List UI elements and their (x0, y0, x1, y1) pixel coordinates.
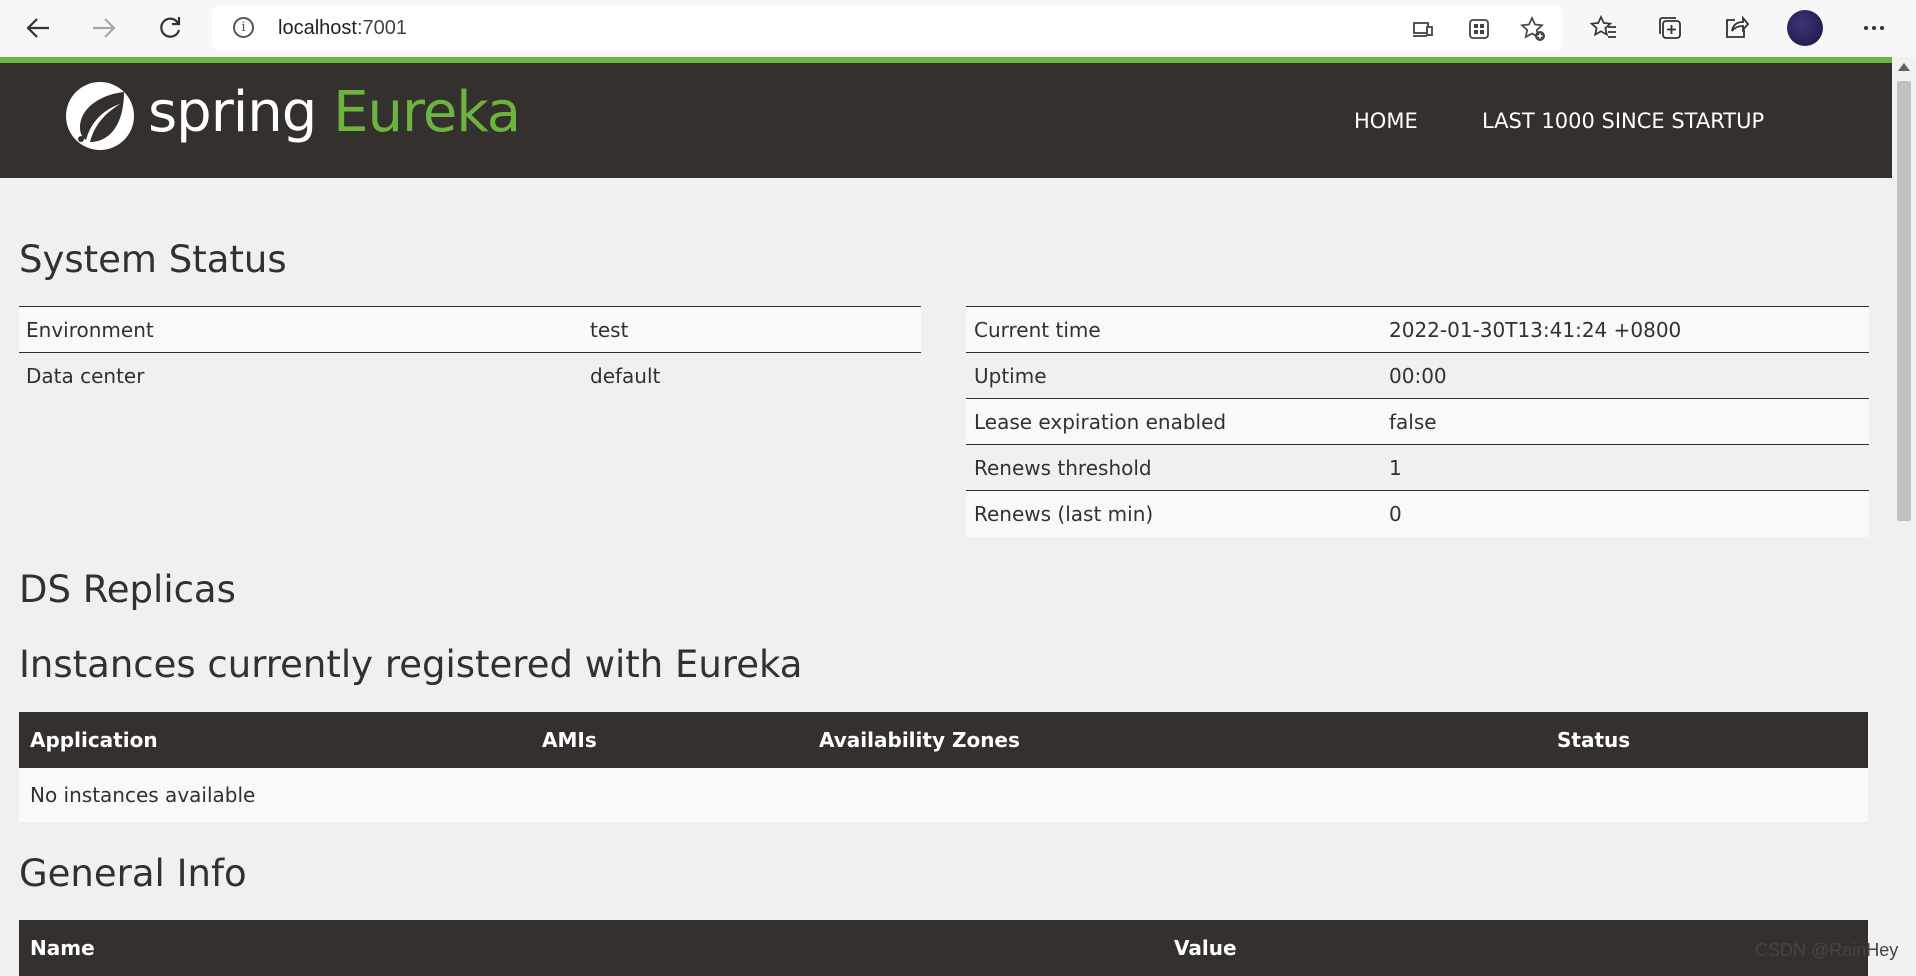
brand-eureka: Eureka (333, 80, 521, 145)
table-row: Lease expiration enabled false (966, 399, 1869, 445)
back-icon[interactable] (18, 8, 58, 48)
system-status-left-table: Environment test Data center default (19, 306, 921, 399)
system-status-right-table: Current time 2022-01-30T13:41:24 +0800 U… (966, 306, 1869, 537)
col-status[interactable]: Status (1557, 712, 1630, 768)
more-icon[interactable] (1854, 8, 1894, 48)
eureka-navbar: spring Eureka HOME LAST 1000 SINCE START… (0, 63, 1892, 178)
system-status-title: System Status (19, 238, 287, 281)
info-icon[interactable]: i (233, 17, 254, 38)
table-row: Renews threshold 1 (966, 445, 1869, 491)
watermark: CSDN @RainHey (1755, 940, 1899, 960)
row-label: Renews (last min) (974, 502, 1154, 526)
table-row: Data center default (19, 353, 921, 399)
table-row: Uptime 00:00 (966, 353, 1869, 399)
url-port: :7001 (356, 17, 407, 39)
instances-table: Application AMIs Availability Zones Stat… (19, 712, 1868, 822)
forward-icon[interactable] (84, 8, 124, 48)
scroll-up-icon[interactable] (1898, 63, 1910, 71)
general-info-table: Name Value (19, 920, 1868, 976)
device-icon[interactable] (1408, 14, 1438, 44)
col-value[interactable]: Value (1174, 920, 1237, 976)
table-row: Renews (last min) 0 (966, 491, 1869, 537)
row-value: 00:00 (1389, 364, 1447, 388)
row-label: Uptime (974, 364, 1047, 388)
ds-replicas-title: DS Replicas (19, 568, 236, 611)
nav-home-link[interactable]: HOME (1354, 108, 1418, 134)
instances-table-header: Application AMIs Availability Zones Stat… (19, 712, 1868, 768)
collections-icon[interactable] (1650, 8, 1690, 48)
add-favorite-icon[interactable] (1518, 14, 1548, 44)
favorites-icon[interactable] (1584, 8, 1624, 48)
brand-title[interactable]: spring Eureka (148, 80, 521, 145)
refresh-icon[interactable] (150, 8, 190, 48)
share-icon[interactable] (1716, 8, 1756, 48)
row-value: false (1389, 410, 1437, 434)
brand-spring: spring (148, 80, 317, 145)
row-label: Environment (26, 318, 154, 342)
col-name[interactable]: Name (30, 920, 95, 976)
row-value: 1 (1389, 456, 1402, 480)
empty-message: No instances available (30, 783, 256, 807)
row-value: 0 (1389, 502, 1402, 526)
browser-toolbar: i localhost:7001 (0, 0, 1916, 57)
row-value: test (590, 318, 629, 342)
row-label: Renews threshold (974, 456, 1152, 480)
col-amis[interactable]: AMIs (542, 712, 597, 768)
avatar[interactable] (1787, 10, 1823, 46)
general-info-table-header: Name Value (19, 920, 1868, 976)
app-grid-icon[interactable] (1464, 14, 1494, 44)
row-label: Current time (974, 318, 1101, 342)
nav-last1000-link[interactable]: LAST 1000 SINCE STARTUP (1482, 108, 1764, 134)
row-value: 2022-01-30T13:41:24 +0800 (1389, 318, 1682, 342)
instances-title: Instances currently registered with Eure… (19, 643, 803, 686)
url-host: localhost (278, 17, 357, 39)
general-info-title: General Info (19, 852, 247, 895)
table-row: Environment test (19, 307, 921, 353)
col-availability-zones[interactable]: Availability Zones (819, 712, 1020, 768)
table-row: No instances available (19, 768, 1868, 822)
table-row: Current time 2022-01-30T13:41:24 +0800 (966, 307, 1869, 353)
row-value: default (590, 364, 661, 388)
row-label: Lease expiration enabled (974, 410, 1227, 434)
address-bar[interactable]: i localhost:7001 (212, 5, 1562, 51)
col-application[interactable]: Application (30, 712, 158, 768)
row-label: Data center (26, 364, 145, 388)
url-text[interactable]: localhost:7001 (278, 17, 407, 39)
page-scrollbar[interactable] (1892, 57, 1916, 971)
scroll-thumb[interactable] (1897, 81, 1911, 521)
spring-logo-icon (66, 82, 134, 150)
